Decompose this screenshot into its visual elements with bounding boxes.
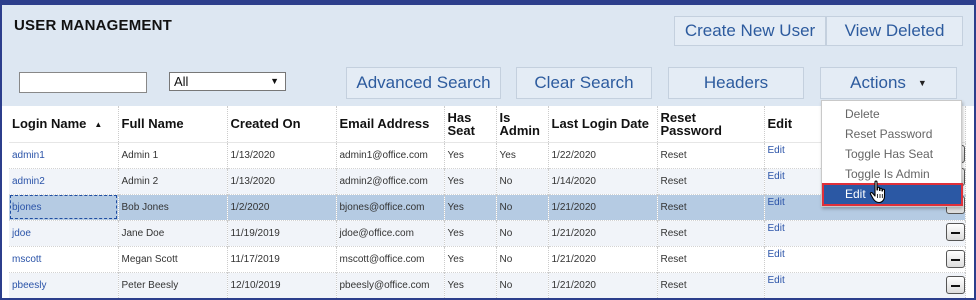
email-cell: pbeesly@office.com bbox=[336, 271, 445, 298]
reset-password-cell[interactable]: Reset bbox=[657, 271, 765, 298]
full-name-cell: Jane Doe bbox=[118, 219, 228, 246]
last-login-cell: 1/21/2020 bbox=[548, 219, 658, 246]
page-title: USER MANAGEMENT bbox=[14, 17, 173, 34]
filter-select[interactable]: All ▼ bbox=[169, 72, 286, 91]
reset-password-cell[interactable]: Reset bbox=[657, 245, 765, 272]
login-name-link[interactable]: jdoe bbox=[12, 228, 31, 239]
menu-item-edit[interactable]: Edit bbox=[822, 183, 963, 206]
column-header-email-address[interactable]: Email Address bbox=[336, 106, 445, 143]
edit-cell: Edit bbox=[764, 271, 966, 298]
edit-link[interactable]: Edit bbox=[768, 223, 785, 234]
login-name-link[interactable]: pbeesly bbox=[12, 280, 46, 291]
is-admin-cell: No bbox=[496, 193, 549, 220]
last-login-cell: 1/22/2020 bbox=[548, 141, 658, 168]
is-admin-cell: No bbox=[496, 219, 549, 246]
caret-down-icon: ▼ bbox=[270, 76, 279, 86]
created-on-cell: 1/2/2020 bbox=[227, 193, 337, 220]
reset-password-cell[interactable]: Reset bbox=[657, 219, 765, 246]
has-seat-cell: Yes bbox=[444, 167, 497, 194]
sort-ascending-icon: ▲ bbox=[94, 119, 103, 129]
actions-button-label: Actions bbox=[850, 73, 906, 92]
last-login-cell: 1/21/2020 bbox=[548, 193, 658, 220]
headers-button[interactable]: Headers bbox=[668, 67, 804, 99]
login-name-cell[interactable]: admin2 bbox=[9, 167, 119, 194]
reset-password-cell[interactable]: Reset bbox=[657, 141, 765, 168]
edit-link[interactable]: Edit bbox=[768, 171, 785, 182]
table-row[interactable]: jdoe Jane Doe 11/19/2019 jdoe@office.com… bbox=[9, 219, 966, 246]
menu-item-toggle-is-admin[interactable]: Toggle Is Admin bbox=[823, 164, 962, 184]
login-name-cell[interactable]: jdoe bbox=[9, 219, 119, 246]
email-cell: admin1@office.com bbox=[336, 141, 445, 168]
caret-down-icon: ▼ bbox=[917, 78, 927, 88]
login-name-link[interactable]: bjones bbox=[12, 202, 41, 213]
login-name-link[interactable]: admin1 bbox=[12, 150, 45, 161]
menu-item-toggle-has-seat[interactable]: Toggle Has Seat bbox=[823, 144, 962, 164]
email-cell: bjones@office.com bbox=[336, 193, 445, 220]
table-row[interactable]: mscott Megan Scott 11/17/2019 mscott@off… bbox=[9, 245, 966, 272]
menu-item-reset-password[interactable]: Reset Password bbox=[823, 124, 962, 144]
full-name-cell: Admin 1 bbox=[118, 141, 228, 168]
column-header-is-admin[interactable]: Is Admin bbox=[496, 106, 549, 143]
reset-password-cell[interactable]: Reset bbox=[657, 193, 765, 220]
minus-icon[interactable] bbox=[946, 223, 965, 241]
table-row[interactable]: pbeesly Peter Beesly 12/10/2019 pbeesly@… bbox=[9, 271, 966, 298]
search-input[interactable] bbox=[19, 72, 147, 93]
filter-select-value: All bbox=[174, 74, 189, 89]
actions-dropdown-menu: Delete Reset Password Toggle Has Seat To… bbox=[821, 100, 963, 207]
view-deleted-button[interactable]: View Deleted bbox=[826, 16, 963, 46]
has-seat-cell: Yes bbox=[444, 271, 497, 298]
full-name-cell: Peter Beesly bbox=[118, 271, 228, 298]
column-header-created-on[interactable]: Created On bbox=[227, 106, 337, 143]
email-cell: jdoe@office.com bbox=[336, 219, 445, 246]
is-admin-cell: No bbox=[496, 245, 549, 272]
created-on-cell: 12/10/2019 bbox=[227, 271, 337, 298]
menu-item-delete[interactable]: Delete bbox=[823, 104, 962, 124]
full-name-cell: Admin 2 bbox=[118, 167, 228, 194]
login-name-cell[interactable]: mscott bbox=[9, 245, 119, 272]
has-seat-cell: Yes bbox=[444, 141, 497, 168]
login-name-link[interactable]: mscott bbox=[12, 254, 41, 265]
login-name-cell[interactable]: bjones bbox=[9, 193, 119, 220]
actions-button[interactable]: Actions ▼ bbox=[820, 67, 957, 99]
column-header-login-name[interactable]: Login Name ▲ bbox=[9, 106, 119, 143]
edit-link[interactable]: Edit bbox=[768, 197, 785, 208]
edit-link[interactable]: Edit bbox=[768, 145, 785, 156]
reset-password-cell[interactable]: Reset bbox=[657, 167, 765, 194]
column-header-last-login-date[interactable]: Last Login Date bbox=[548, 106, 658, 143]
last-login-cell: 1/21/2020 bbox=[548, 271, 658, 298]
is-admin-cell: Yes bbox=[496, 141, 549, 168]
create-new-user-button[interactable]: Create New User bbox=[674, 16, 826, 46]
login-name-link[interactable]: admin2 bbox=[12, 176, 45, 187]
minus-icon[interactable] bbox=[946, 276, 965, 294]
column-header-reset-password[interactable]: Reset Password bbox=[657, 106, 765, 143]
email-cell: mscott@office.com bbox=[336, 245, 445, 272]
edit-link[interactable]: Edit bbox=[768, 249, 785, 260]
email-cell: admin2@office.com bbox=[336, 167, 445, 194]
advanced-search-button[interactable]: Advanced Search bbox=[346, 67, 501, 99]
has-seat-cell: Yes bbox=[444, 245, 497, 272]
edit-cell: Edit bbox=[764, 219, 966, 246]
minus-icon[interactable] bbox=[946, 250, 965, 268]
has-seat-cell: Yes bbox=[444, 219, 497, 246]
created-on-cell: 11/19/2019 bbox=[227, 219, 337, 246]
is-admin-cell: No bbox=[496, 271, 549, 298]
column-header-has-seat[interactable]: Has Seat bbox=[444, 106, 497, 143]
full-name-cell: Megan Scott bbox=[118, 245, 228, 272]
full-name-cell: Bob Jones bbox=[118, 193, 228, 220]
is-admin-cell: No bbox=[496, 167, 549, 194]
login-name-cell[interactable]: admin1 bbox=[9, 141, 119, 168]
has-seat-cell: Yes bbox=[444, 193, 497, 220]
created-on-cell: 1/13/2020 bbox=[227, 167, 337, 194]
last-login-cell: 1/14/2020 bbox=[548, 167, 658, 194]
created-on-cell: 1/13/2020 bbox=[227, 141, 337, 168]
login-name-cell[interactable]: pbeesly bbox=[9, 271, 119, 298]
column-header-full-name[interactable]: Full Name bbox=[118, 106, 228, 143]
edit-link[interactable]: Edit bbox=[768, 275, 785, 286]
clear-search-button[interactable]: Clear Search bbox=[516, 67, 652, 99]
last-login-cell: 1/21/2020 bbox=[548, 245, 658, 272]
edit-cell: Edit bbox=[764, 245, 966, 272]
hand-pointer-icon bbox=[869, 180, 886, 204]
created-on-cell: 11/17/2019 bbox=[227, 245, 337, 272]
